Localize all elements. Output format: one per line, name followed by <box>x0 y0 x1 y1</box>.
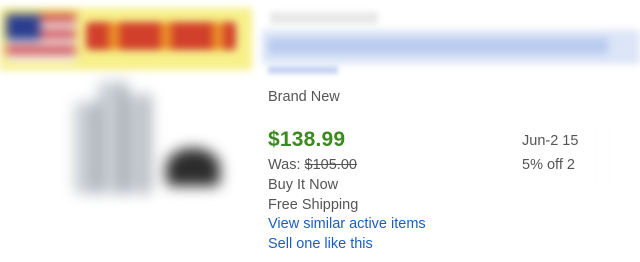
listing-details: Brand New $138.99 Was: $105.00 Buy It No… <box>268 0 508 262</box>
shipping-info: Free Shipping <box>268 197 359 213</box>
discount-text: 5% off 2 <box>522 157 575 173</box>
bottle-shape <box>76 102 98 194</box>
buy-format: Buy It Now <box>268 177 339 193</box>
bottle-shape <box>128 94 150 194</box>
listing-thumbnail[interactable] <box>0 0 258 262</box>
sold-price: $138.99 <box>268 128 346 151</box>
product-image[interactable] <box>70 76 220 206</box>
sell-one-like-this-link[interactable]: Sell one like this <box>268 236 373 252</box>
right-edge-fade <box>580 120 640 190</box>
end-date: Jun-2 15 <box>522 133 579 149</box>
banner-logo <box>86 22 236 50</box>
was-label: Was: <box>268 157 301 173</box>
view-similar-items-link[interactable]: View similar active items <box>268 216 426 232</box>
bottle-shape <box>100 82 126 194</box>
was-price-row: Was: $105.00 <box>268 157 357 173</box>
flag-image <box>6 14 76 62</box>
accessory-shape <box>166 148 220 186</box>
item-condition: Brand New <box>268 89 340 105</box>
was-price: $105.00 <box>304 157 357 173</box>
